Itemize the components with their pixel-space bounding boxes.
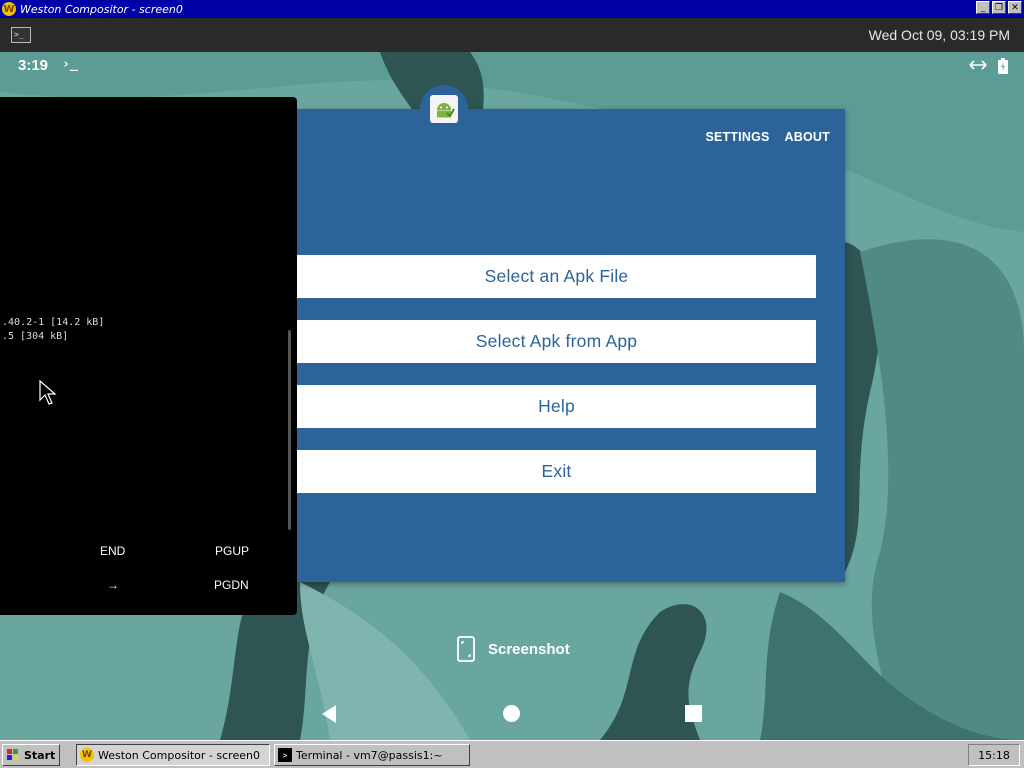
window-controls: _ ❐ ✕ <box>976 1 1022 14</box>
host-title-bar[interactable]: W Weston Compositor - screen0 _ ❐ ✕ <box>0 0 1024 18</box>
pgdn-key[interactable]: PGDN <box>214 578 249 592</box>
terminal-output-line: .40.2-1 [14.2 kB] <box>2 317 105 328</box>
weston-clock: Wed Oct 09, 03:19 PM <box>868 27 1010 43</box>
windows-logo-icon <box>7 749 18 760</box>
terminal-output-line: .5 [304 kB] <box>2 331 69 342</box>
taskbar-item-terminal[interactable]: > Terminal - vm7@passis1:~ <box>274 744 470 766</box>
weston-w-icon: W <box>80 748 94 762</box>
minimize-button[interactable]: _ <box>976 1 990 14</box>
host-taskbar: Start W Weston Compositor - screen0 > Te… <box>0 740 1024 768</box>
terminal-icon: > <box>278 748 292 762</box>
taskbar-item-label: Terminal - vm7@passis1:~ <box>296 748 443 762</box>
apk-installer-dialog: SETTINGS ABOUT Select an Apk File Select… <box>297 109 845 582</box>
terminal-scrollbar[interactable] <box>288 330 291 530</box>
pgup-key[interactable]: PGUP <box>215 544 249 558</box>
android-status-time: 3:19 <box>18 57 49 74</box>
back-triangle-icon[interactable] <box>320 704 338 724</box>
exit-button[interactable]: Exit <box>297 450 816 493</box>
close-button[interactable]: ✕ <box>1008 1 1022 14</box>
terminal-notification-icon: ›_ <box>62 57 78 72</box>
weston-w-icon: W <box>2 2 16 16</box>
start-button[interactable]: Start <box>2 744 60 766</box>
host-window-title: Weston Compositor - screen0 <box>20 2 183 16</box>
weston-top-panel: >_ Wed Oct 09, 03:19 PM <box>0 18 1024 52</box>
taskbar-item-weston[interactable]: W Weston Compositor - screen0 <box>76 744 270 766</box>
status-icons <box>968 58 1008 74</box>
select-apk-file-button[interactable]: Select an Apk File <box>297 255 816 298</box>
select-apk-from-app-button[interactable]: Select Apk from App <box>297 320 816 363</box>
start-label: Start <box>24 748 56 762</box>
terminal-window[interactable]: .40.2-1 [14.2 kB] .5 [304 kB] END PGUP →… <box>0 97 297 615</box>
terminal-launcher-icon[interactable]: >_ <box>11 27 31 43</box>
app-logo-icon <box>420 85 468 133</box>
about-link[interactable]: ABOUT <box>785 130 830 144</box>
end-key[interactable]: END <box>100 544 125 558</box>
app-header-links: SETTINGS ABOUT <box>705 130 830 144</box>
screenshot-label: Screenshot <box>488 640 570 658</box>
phone-screenshot-icon <box>457 636 475 662</box>
mouse-pointer-icon <box>39 380 57 405</box>
screenshot-shortcut[interactable]: Screenshot <box>456 636 570 662</box>
battery-icon <box>998 58 1008 74</box>
help-button[interactable]: Help <box>297 385 816 428</box>
taskbar-clock: 15:18 <box>968 744 1020 766</box>
android-package-icon <box>437 103 455 118</box>
android-screen: 3:19 ›_ SETTINGS ABOUT Select an Apk Fil… <box>0 52 1024 740</box>
taskbar-item-label: Weston Compositor - screen0 <box>98 748 260 762</box>
data-sync-icon <box>969 60 987 70</box>
right-arrow-key[interactable]: → <box>107 578 119 592</box>
restore-button[interactable]: ❐ <box>992 1 1006 14</box>
settings-link[interactable]: SETTINGS <box>705 130 769 144</box>
recents-square-icon[interactable] <box>685 705 702 722</box>
home-circle-icon[interactable] <box>503 705 520 722</box>
